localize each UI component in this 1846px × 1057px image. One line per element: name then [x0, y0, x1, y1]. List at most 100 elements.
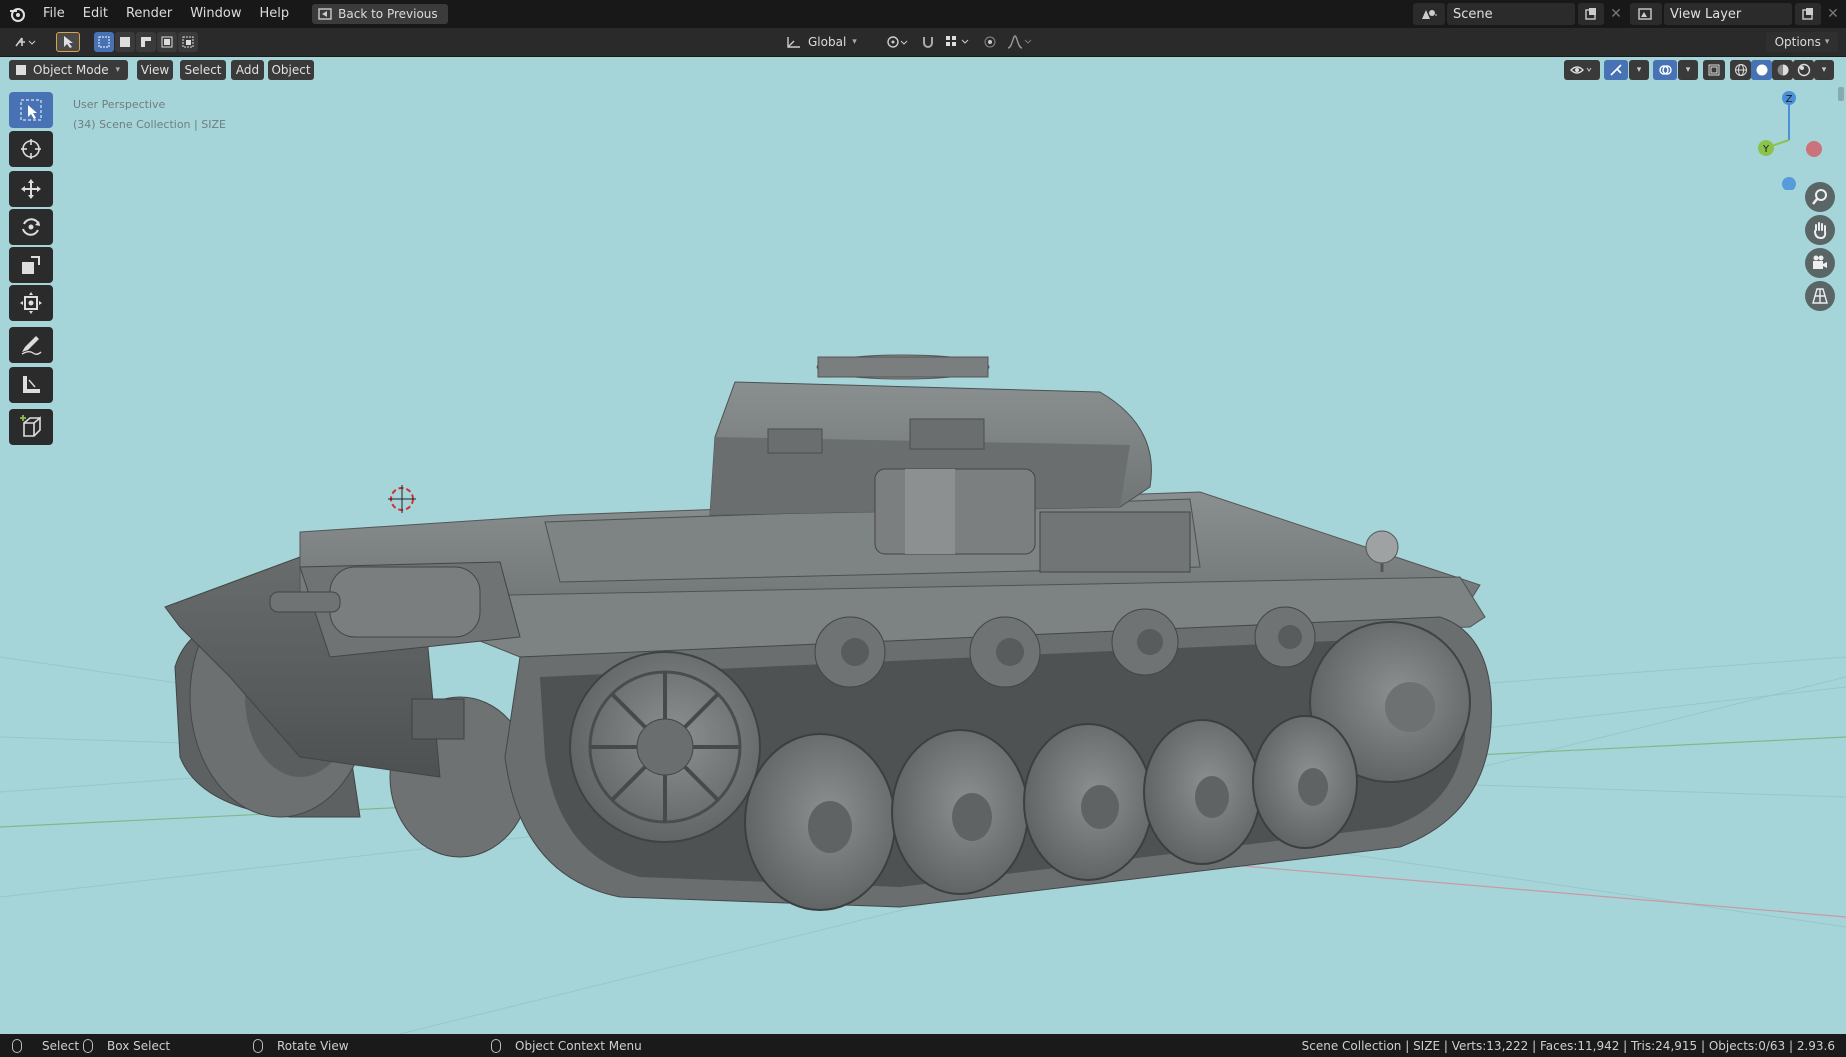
proportional-falloff-dropdown[interactable]: [1002, 32, 1038, 52]
scene-statistics-text: Scene Collection | SIZE | Verts:13,222 |…: [1301, 1038, 1835, 1053]
select-intersect-icon: [182, 36, 194, 48]
z-axis-negative-handle[interactable]: [1782, 177, 1796, 190]
view-layer-name-field[interactable]: View Layer: [1664, 3, 1792, 25]
zoom-view-button[interactable]: [1805, 182, 1835, 212]
grid-perspective-icon: [1812, 288, 1828, 304]
object-mode-dropdown[interactable]: Object Mode ▾: [9, 60, 128, 80]
scale-tool[interactable]: [9, 247, 53, 283]
measure-tool[interactable]: [9, 367, 53, 403]
shading-wireframe-button[interactable]: [1730, 60, 1751, 80]
rendered-sphere-icon: [1797, 63, 1810, 77]
xray-icon: [1708, 64, 1720, 76]
scene-name-field[interactable]: Scene: [1447, 3, 1575, 25]
cursor-arrow-icon: [64, 36, 73, 48]
select-subtract-icon: [141, 37, 151, 47]
scene-name: Scene: [1453, 6, 1493, 22]
chevron-down-icon: ▾: [1685, 65, 1691, 75]
add-menu[interactable]: Add: [231, 60, 264, 80]
blender-logo-icon[interactable]: [0, 0, 34, 28]
viewport-info-overlay: User Perspective (34) Scene Collection |…: [73, 95, 226, 135]
back-to-previous-label: Back to Previous: [338, 7, 438, 21]
menu-window[interactable]: Window: [181, 0, 250, 28]
pivot-icon: [887, 36, 908, 48]
shading-solid-button[interactable]: [1751, 60, 1772, 80]
orientation-label: Global: [808, 35, 847, 49]
x-axis-negative-handle[interactable]: [1806, 141, 1822, 157]
select-box-icon: [20, 99, 42, 121]
pencil-icon: [21, 336, 42, 355]
gizmo-icon: [1610, 64, 1622, 76]
mode-new-selection-button[interactable]: [94, 32, 114, 52]
navigation-gizmo[interactable]: Z Y: [1745, 90, 1835, 190]
proportional-edit-icon: [984, 36, 996, 48]
gizmo-dropdown[interactable]: ▾: [1629, 60, 1649, 80]
delete-view-layer-icon[interactable]: ✕: [1823, 4, 1843, 24]
mode-subtract-selection-button[interactable]: [136, 32, 156, 52]
mode-intersect-selection-button[interactable]: [178, 32, 198, 52]
move-arrows-icon: [21, 179, 41, 199]
shading-rendered-button[interactable]: [1793, 60, 1814, 80]
status-context-menu-hint: Object Context Menu: [491, 1034, 642, 1057]
overlays-toggle[interactable]: [1653, 60, 1677, 80]
3d-viewport[interactable]: Object Mode ▾ View Select Add Object ▾ ▾: [0, 57, 1846, 1034]
select-menu[interactable]: Select: [180, 60, 226, 80]
mouse-drag-icon: [83, 1038, 93, 1053]
mode-invert-selection-button[interactable]: [157, 32, 177, 52]
status-select-hint: Select: [12, 1034, 79, 1057]
menu-render[interactable]: Render: [117, 0, 181, 28]
delete-scene-icon[interactable]: ✕: [1606, 4, 1626, 24]
region-toggle-handle[interactable]: [1838, 87, 1844, 101]
chevron-down-icon: ▾: [1636, 65, 1642, 75]
active-tool-button[interactable]: [56, 32, 80, 52]
view-layer-selector-button[interactable]: [1630, 3, 1662, 25]
toggle-perspective-button[interactable]: [1805, 281, 1835, 311]
move-tool[interactable]: [9, 171, 53, 207]
shading-material-button[interactable]: [1772, 60, 1793, 80]
menu-file[interactable]: File: [34, 0, 74, 28]
menu-help[interactable]: Help: [251, 0, 299, 28]
chevron-down-icon: ▾: [115, 65, 120, 75]
3d-viewport-icon: [15, 37, 36, 47]
xray-toggle[interactable]: [1703, 60, 1725, 80]
proportional-editing-toggle[interactable]: [980, 32, 1000, 52]
view-menu[interactable]: View: [137, 60, 173, 80]
scene-icon: [1422, 10, 1437, 19]
pivot-point-dropdown[interactable]: [880, 32, 914, 52]
options-dropdown[interactable]: Options ▾: [1766, 32, 1838, 52]
new-view-layer-button[interactable]: [1795, 3, 1821, 25]
menu-edit[interactable]: Edit: [74, 0, 117, 28]
object-menu[interactable]: Object: [268, 60, 314, 80]
hand-icon: [1814, 222, 1827, 239]
chevron-down-icon: ▾: [852, 37, 857, 47]
snap-increment-icon: [946, 36, 969, 46]
transform-tool[interactable]: [9, 285, 53, 321]
top-menubar: File Edit Render Window Help Back to Pre…: [0, 0, 1846, 28]
visibility-dropdown[interactable]: [1564, 60, 1600, 80]
scene-selector-button[interactable]: [1413, 3, 1445, 25]
tank-3d-model[interactable]: [0, 57, 1846, 1034]
rotate-tool[interactable]: [9, 209, 53, 245]
transform-orientation-dropdown[interactable]: Global ▾: [786, 32, 874, 52]
camera-view-button[interactable]: [1805, 248, 1835, 278]
select-box-tool[interactable]: [9, 92, 53, 128]
chevron-down-icon: ▾: [1824, 37, 1830, 47]
snap-target-dropdown[interactable]: [940, 32, 976, 52]
cursor-tool[interactable]: [9, 131, 53, 167]
gizmo-toggle[interactable]: [1604, 60, 1628, 80]
annotate-tool[interactable]: [9, 327, 53, 363]
scale-icon: [22, 256, 40, 274]
mode-extend-selection-button[interactable]: [115, 32, 135, 52]
editor-type-button[interactable]: [8, 32, 42, 52]
pan-view-button[interactable]: [1805, 215, 1835, 245]
back-to-previous-button[interactable]: Back to Previous: [312, 4, 448, 24]
shading-dropdown[interactable]: ▾: [1814, 60, 1834, 80]
new-scene-button[interactable]: [1578, 3, 1604, 25]
snap-toggle[interactable]: [918, 32, 938, 52]
mouse-right-icon: [491, 1038, 501, 1053]
falloff-curve-icon: [1007, 35, 1032, 49]
solid-sphere-icon: [1756, 64, 1767, 76]
add-cube-tool[interactable]: [9, 409, 53, 445]
mouse-left-icon: [12, 1038, 22, 1053]
wireframe-sphere-icon: [1734, 64, 1747, 76]
overlays-dropdown[interactable]: ▾: [1678, 60, 1698, 80]
